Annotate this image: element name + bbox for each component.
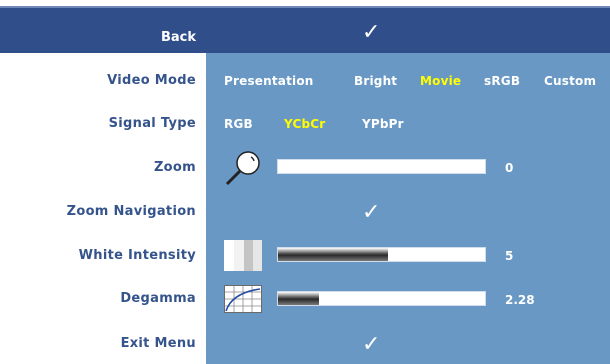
zoom-value: 0	[505, 161, 514, 175]
magnifier-icon	[222, 148, 264, 188]
degamma-slider-fill	[278, 292, 320, 305]
video-mode-option-custom[interactable]: Custom	[544, 74, 596, 88]
white-intensity-icon	[223, 239, 263, 272]
degamma-value: 2.28	[505, 293, 535, 307]
video-mode-option-movie[interactable]: Movie	[420, 74, 461, 88]
checkmark-icon[interactable]: ✓	[362, 22, 380, 44]
video-mode-option-bright[interactable]: Bright	[354, 74, 397, 88]
signal-type-label: Signal Type	[108, 116, 196, 131]
zoom-navigation-label: Zoom Navigation	[66, 204, 196, 219]
video-mode-option-presentation[interactable]: Presentation	[224, 74, 314, 88]
white-intensity-label: White Intensity	[78, 248, 196, 263]
zoom-slider[interactable]	[277, 159, 486, 174]
checkmark-icon[interactable]: ✓	[362, 334, 380, 356]
signal-type-option-ypbpr[interactable]: YPbPr	[362, 117, 404, 131]
white-intensity-slider[interactable]	[277, 247, 486, 262]
values-panel	[206, 53, 610, 364]
back-label: Back	[160, 30, 196, 45]
degamma-slider[interactable]	[277, 291, 486, 306]
white-intensity-value: 5	[505, 249, 514, 263]
white-intensity-slider-fill	[278, 248, 388, 261]
video-mode-label: Video Mode	[107, 73, 196, 88]
signal-type-option-ycbcr[interactable]: YCbCr	[284, 117, 325, 131]
back-row[interactable]: Back ✓	[0, 6, 610, 53]
degamma-label: Degamma	[120, 291, 196, 306]
checkmark-icon[interactable]: ✓	[362, 202, 380, 224]
video-mode-option-srgb[interactable]: sRGB	[484, 74, 520, 88]
zoom-label: Zoom	[153, 160, 196, 175]
degamma-curve-icon	[224, 285, 262, 313]
exit-menu-label: Exit Menu	[120, 336, 196, 351]
signal-type-option-rgb[interactable]: RGB	[224, 117, 253, 131]
